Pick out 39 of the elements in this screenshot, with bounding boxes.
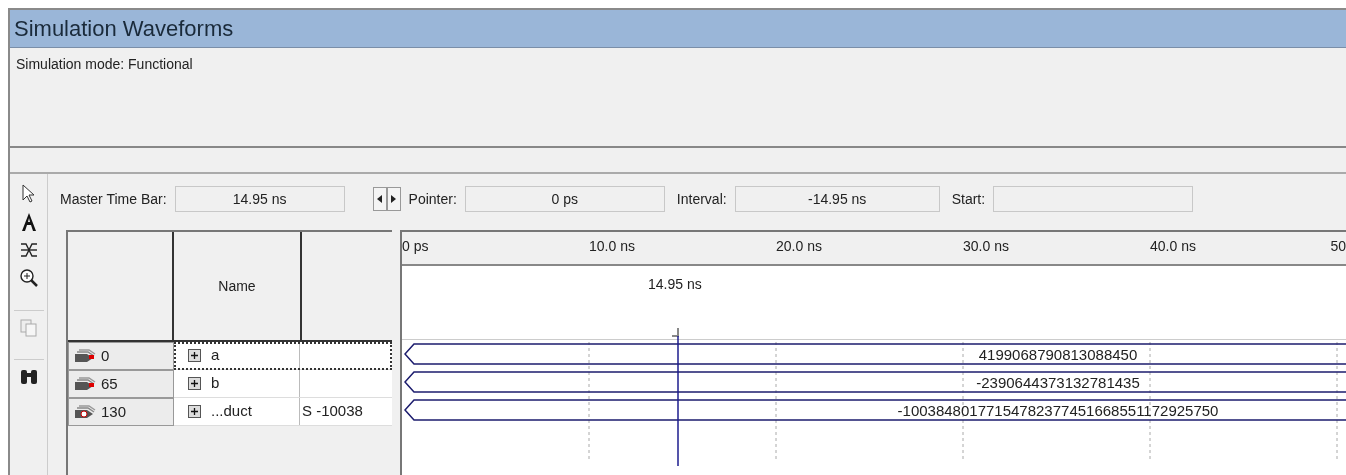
expand-icon[interactable] (188, 349, 201, 362)
previous-button[interactable] (372, 187, 387, 211)
time-tick-label: 40.0 ns (1150, 237, 1196, 256)
left-arrow-icon (377, 195, 383, 203)
master-time-bar-label: Master Time Bar: (60, 189, 167, 209)
signal-row[interactable]: ...duct S -10038 (174, 398, 392, 426)
signal-index-cell: 65 (68, 370, 174, 398)
time-tick-label: 10.0 ns (589, 237, 635, 256)
expand-icon[interactable] (188, 377, 201, 390)
bus-value: -10038480177154782377451668551172925750 (897, 401, 1219, 421)
signal-name: a (211, 345, 220, 366)
cursor-time-label: 14.95 ns (648, 275, 702, 294)
interval-field[interactable]: -14.95 ns (734, 186, 940, 212)
bus-value: -2390644373132781435 (976, 373, 1140, 393)
zoom-icon[interactable] (18, 268, 39, 288)
time-tick-label: 30.0 ns (963, 237, 1009, 256)
window-title: Simulation Waveforms (10, 10, 1346, 48)
time-tick-label: 20.0 ns (776, 237, 822, 256)
signal-index-cell: 130 (68, 398, 174, 426)
time-tick-label: 50 (1330, 237, 1346, 256)
pointer-field[interactable]: 0 ps (464, 186, 665, 212)
interval-label: Interval: (676, 189, 727, 209)
start-label: Start: (951, 189, 986, 209)
start-field[interactable] (993, 186, 1194, 212)
expand-icon[interactable] (188, 405, 201, 418)
waveform-edit-icon[interactable] (18, 240, 39, 260)
time-tick-label: 0 ps (402, 237, 429, 256)
master-time-bar-field[interactable]: 14.95 ns (174, 186, 345, 212)
column-header: Name (174, 232, 302, 340)
bus-value: 4199068790813088450 (978, 345, 1138, 365)
signal-value: S -10038 (302, 401, 363, 422)
signal-name: b (211, 373, 220, 394)
binoculars-icon[interactable] (18, 368, 39, 386)
pointer-label: Pointer: (408, 189, 457, 209)
signal-index-cell: 0 (68, 342, 174, 370)
pointer-icon[interactable] (20, 184, 37, 204)
right-arrow-icon (391, 195, 397, 203)
signal-name: ...duct (211, 401, 252, 422)
simulation-mode-text: Simulation mode: Functional (16, 56, 193, 72)
